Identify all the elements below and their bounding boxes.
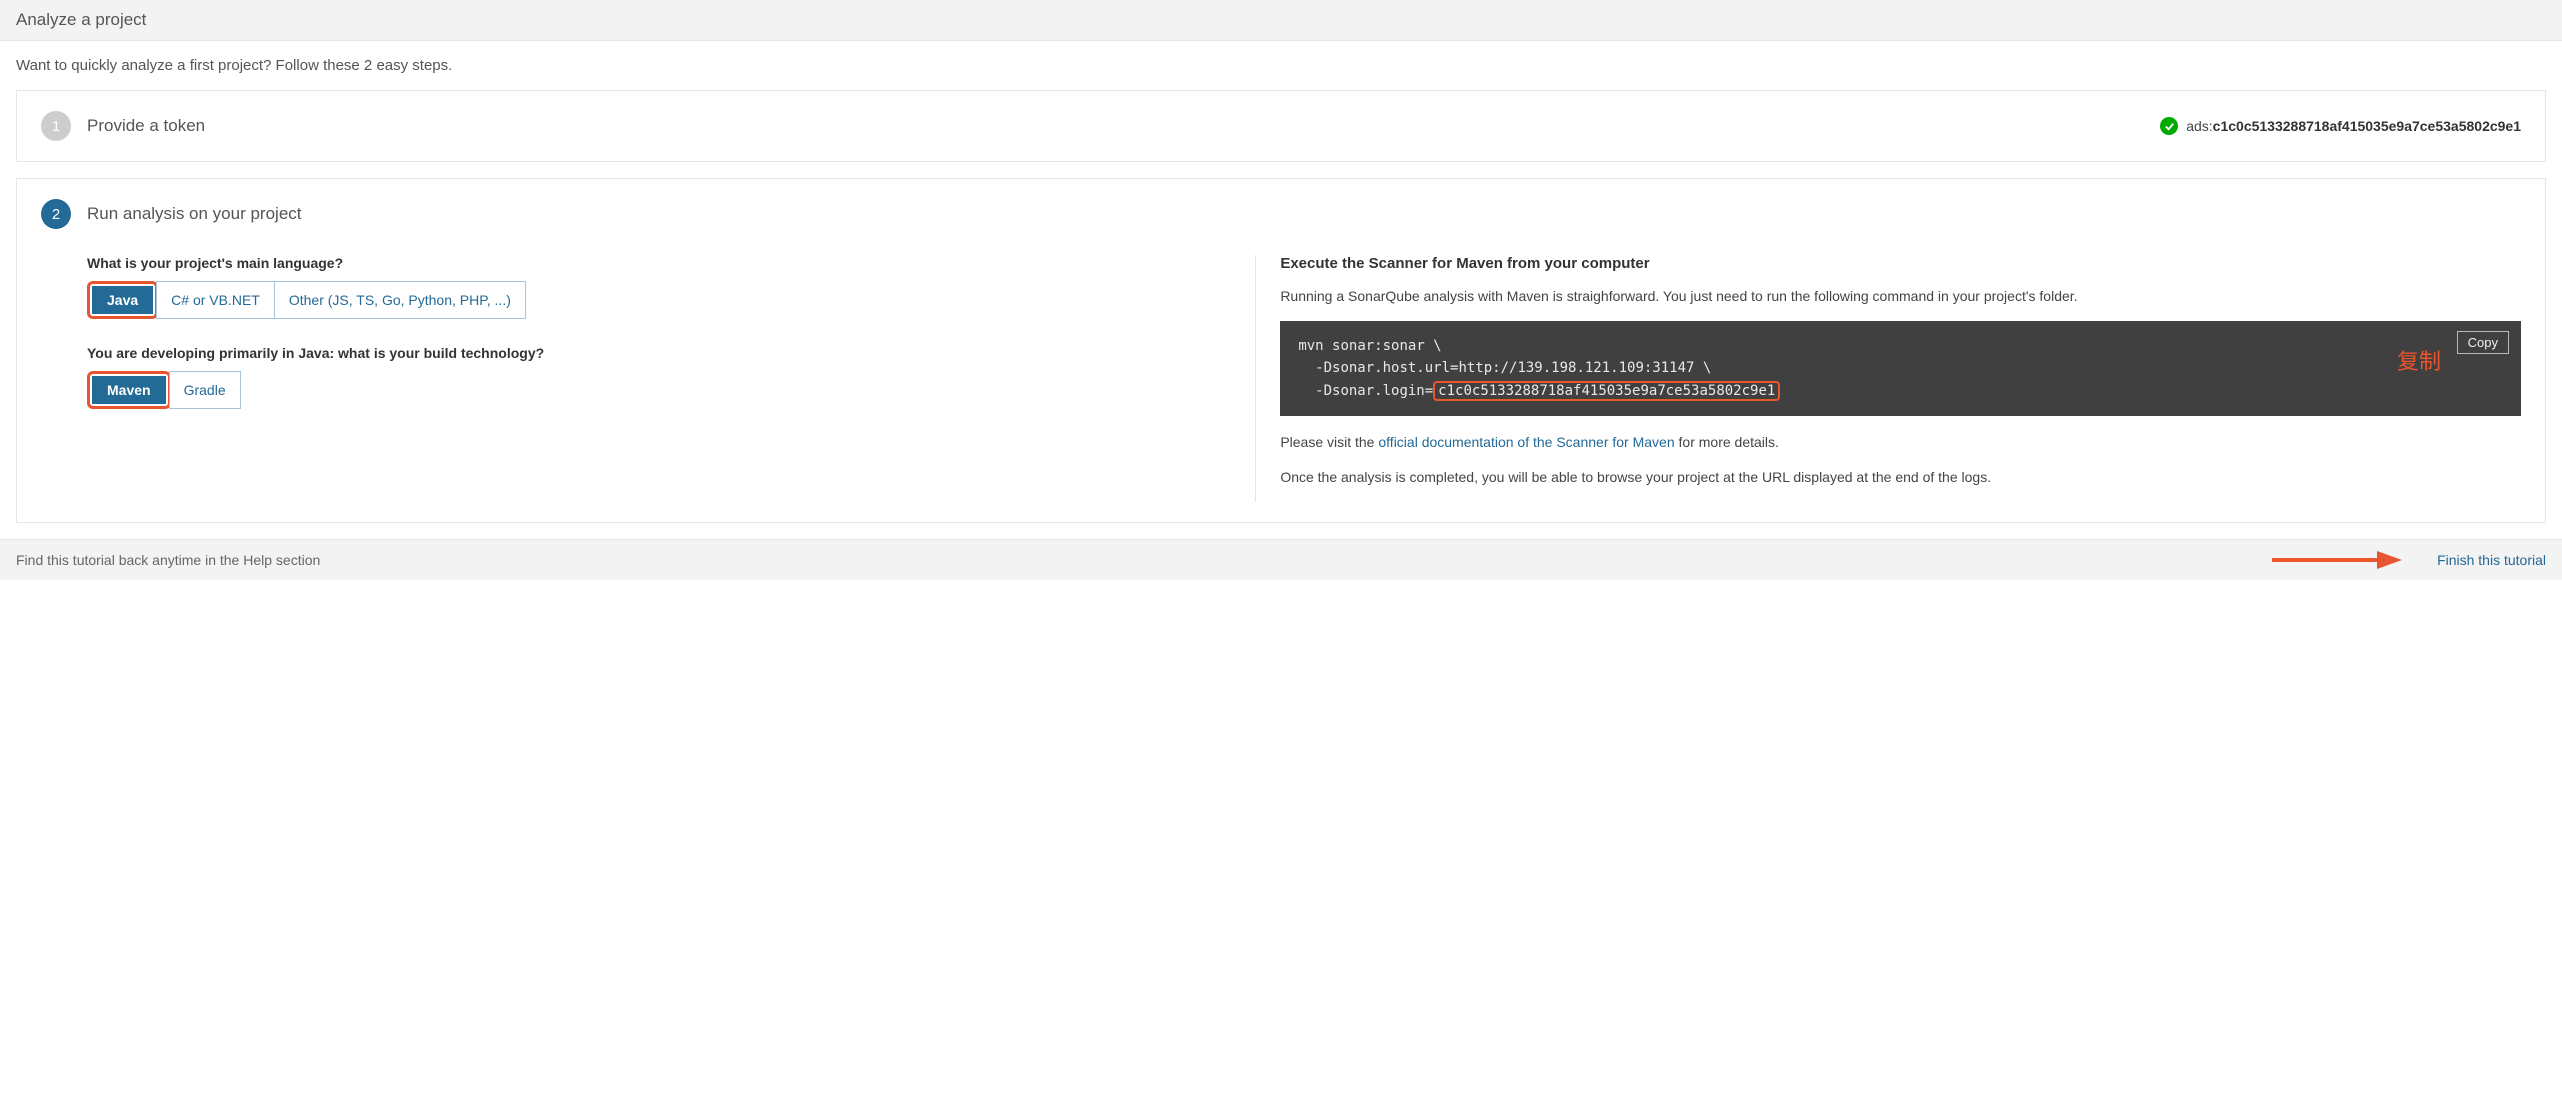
step-2-badge: 2 bbox=[41, 199, 71, 229]
token-value: c1c0c5133288718af415035e9a7ce53a5802c9e1 bbox=[2213, 118, 2521, 134]
step-1-number: 1 bbox=[52, 118, 60, 135]
step-2-number: 2 bbox=[52, 206, 60, 223]
language-question: What is your project's main language? bbox=[87, 255, 1231, 271]
code-token-highlight: c1c0c5133288718af415035e9a7ce53a5802c9e1 bbox=[1433, 381, 1780, 401]
step-2-header: 2 Run analysis on your project bbox=[41, 199, 2521, 229]
build-maven-button[interactable]: Maven bbox=[92, 376, 166, 404]
build-question: You are developing primarily in Java: wh… bbox=[87, 345, 1231, 361]
done-note: Once the analysis is completed, you will… bbox=[1280, 467, 2521, 488]
footer-help-text: Find this tutorial back anytime in the H… bbox=[16, 552, 320, 568]
build-group: Maven Gradle bbox=[87, 371, 241, 409]
visit-pre: Please visit the bbox=[1280, 434, 1378, 450]
page-title: Analyze a project bbox=[16, 10, 146, 29]
step-1-card: 1 Provide a token ads:c1c0c5133288718af4… bbox=[16, 90, 2546, 162]
exec-desc: Running a SonarQube analysis with Maven … bbox=[1280, 286, 2521, 307]
step-2-title: Run analysis on your project bbox=[87, 204, 302, 224]
step-1-title: Provide a token bbox=[87, 116, 205, 136]
lang-other-button[interactable]: Other (JS, TS, Go, Python, PHP, ...) bbox=[274, 281, 526, 319]
exec-title: Execute the Scanner for Maven from your … bbox=[1280, 255, 2521, 272]
copy-annotation: 复制 bbox=[2397, 345, 2441, 380]
code-line-3a: -Dsonar.login= bbox=[1315, 383, 1433, 399]
page-header: Analyze a project bbox=[0, 0, 2562, 41]
step-2-body: What is your project's main language? Ja… bbox=[41, 255, 2521, 502]
copy-button[interactable]: Copy bbox=[2457, 331, 2509, 354]
intro-text: Want to quickly analyze a first project?… bbox=[0, 41, 2562, 90]
step-1-header: 1 Provide a token ads:c1c0c5133288718af4… bbox=[41, 111, 2521, 141]
docs-link[interactable]: official documentation of the Scanner fo… bbox=[1378, 434, 1674, 450]
check-icon bbox=[2160, 117, 2178, 135]
arrow-annotation-icon bbox=[2272, 548, 2402, 572]
step-2-card: 2 Run analysis on your project What is y… bbox=[16, 178, 2546, 523]
token-display: ads:c1c0c5133288718af415035e9a7ce53a5802… bbox=[2160, 117, 2521, 135]
step-1-badge: 1 bbox=[41, 111, 71, 141]
step-1-left: 1 Provide a token bbox=[41, 111, 205, 141]
visit-post: for more details. bbox=[1675, 434, 1779, 450]
maven-highlight: Maven bbox=[87, 371, 171, 409]
finish-tutorial-link[interactable]: Finish this tutorial bbox=[2437, 552, 2546, 568]
lang-csharp-button[interactable]: C# or VB.NET bbox=[156, 281, 275, 319]
right-column: Execute the Scanner for Maven from your … bbox=[1255, 255, 2521, 502]
code-block: Copy 复制 mvn sonar:sonar \ -Dsonar.host.url… bbox=[1280, 321, 2521, 416]
code-line-1: mvn sonar:sonar \ bbox=[1298, 338, 1441, 354]
left-column: What is your project's main language? Ja… bbox=[87, 255, 1255, 502]
token-prefix: ads: bbox=[2186, 118, 2212, 134]
code-line-2: -Dsonar.host.url=http://139.198.121.109:… bbox=[1298, 357, 1711, 379]
build-gradle-button[interactable]: Gradle bbox=[169, 371, 241, 409]
lang-java-button[interactable]: Java bbox=[92, 286, 153, 314]
language-group: Java C# or VB.NET Other (JS, TS, Go, Pyt… bbox=[87, 281, 526, 319]
java-highlight: Java bbox=[87, 281, 158, 319]
footer: Find this tutorial back anytime in the H… bbox=[0, 539, 2562, 580]
visit-note: Please visit the official documentation … bbox=[1280, 432, 2521, 453]
